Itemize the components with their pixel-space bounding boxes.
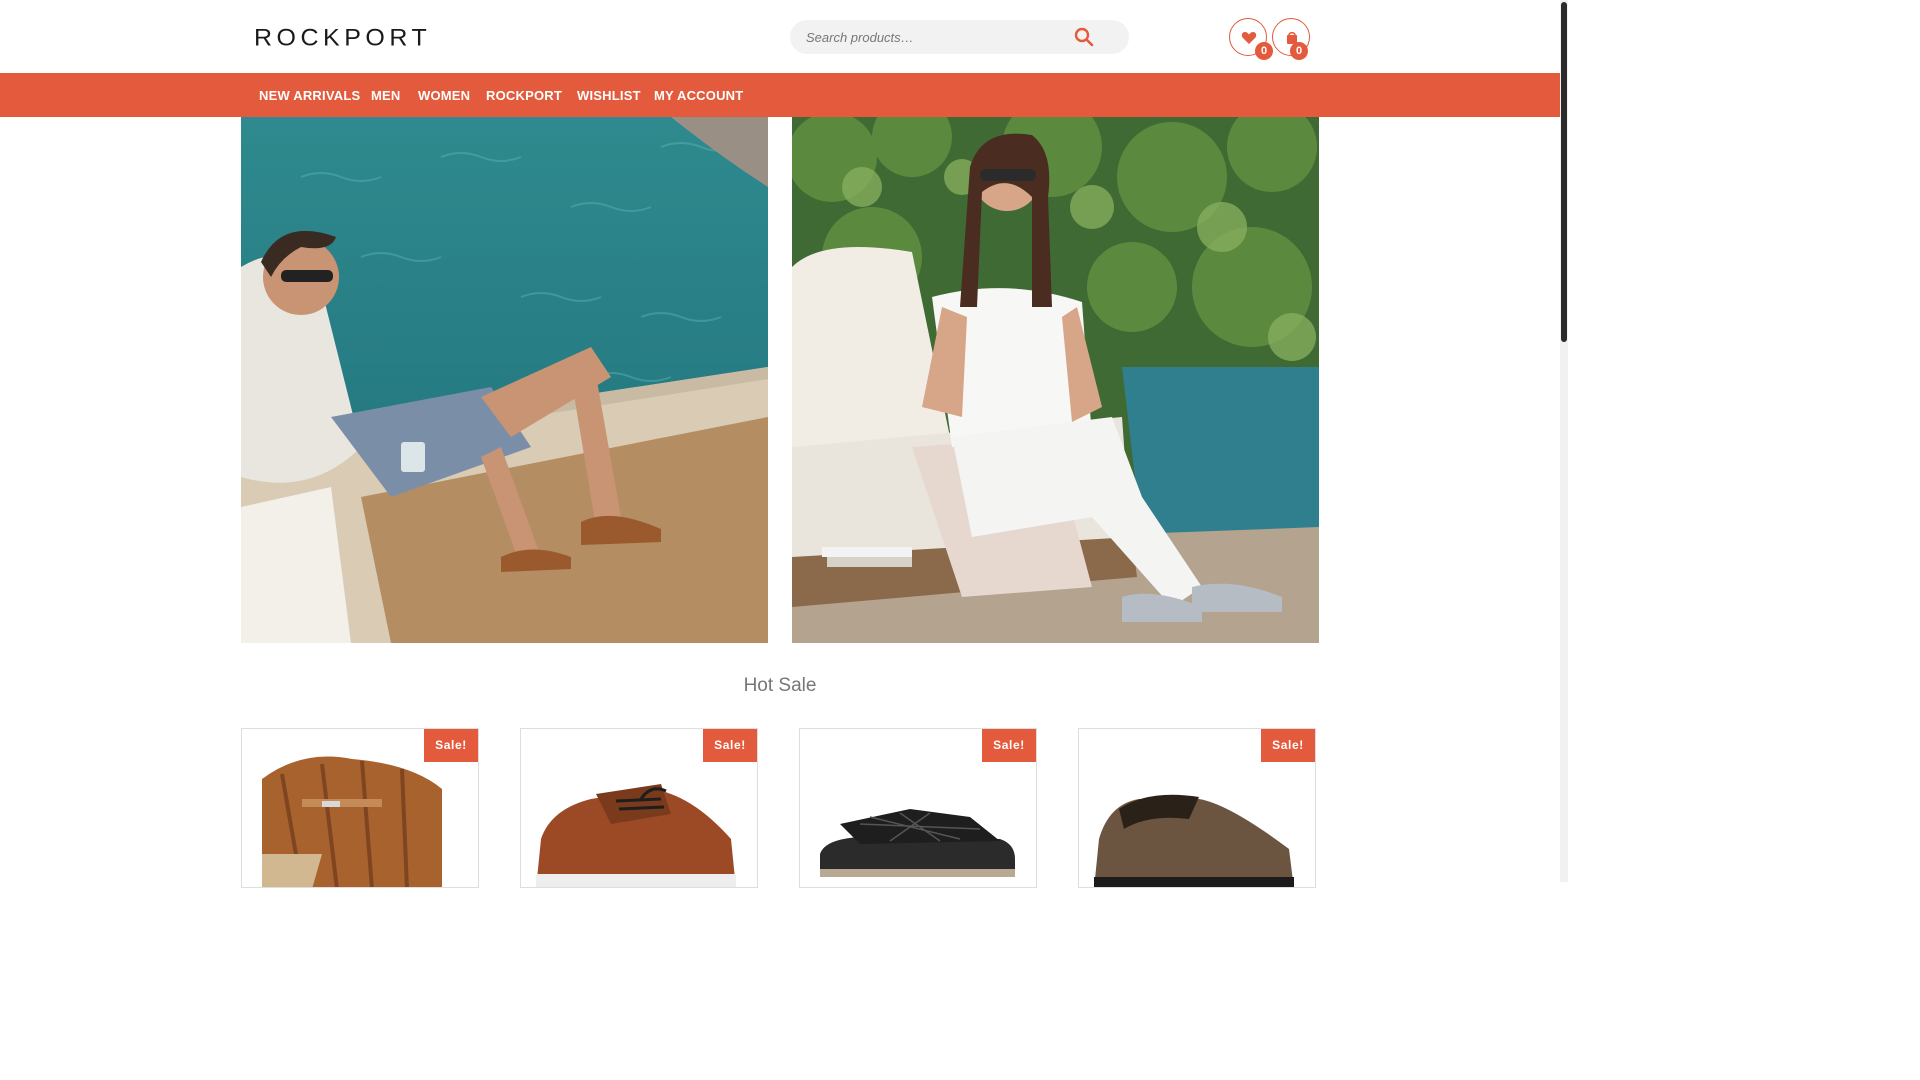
search-icon bbox=[1074, 27, 1094, 47]
women-banner-image[interactable] bbox=[792, 117, 1319, 643]
nav-item-men[interactable]: MEN bbox=[371, 88, 401, 103]
search-input[interactable] bbox=[806, 26, 1056, 48]
cart-count-badge: 0 bbox=[1290, 42, 1308, 60]
nav-item-women[interactable]: WOMEN bbox=[418, 88, 470, 103]
sale-badge: Sale! bbox=[982, 729, 1036, 762]
men-banner-image[interactable] bbox=[241, 117, 768, 643]
sale-badge: Sale! bbox=[424, 729, 478, 762]
main-navigation: NEW ARRIVALS MEN WOMEN ROCKPORT WISHLIST… bbox=[0, 73, 1560, 117]
product-card[interactable]: Sale! bbox=[241, 728, 479, 888]
search-button[interactable] bbox=[1073, 26, 1095, 48]
nav-item-rockport[interactable]: ROCKPORT bbox=[486, 88, 562, 103]
sale-badge: Sale! bbox=[1261, 729, 1315, 762]
product-card[interactable]: Sale! bbox=[520, 728, 758, 888]
nav-item-my-account[interactable]: MY ACCOUNT bbox=[654, 88, 743, 103]
product-card[interactable]: Sale! bbox=[799, 728, 1037, 888]
rockport-logo[interactable]: ROCKPORT bbox=[254, 24, 431, 53]
hot-sale-title: Hot Sale bbox=[743, 675, 817, 696]
wishlist-count-badge: 0 bbox=[1255, 42, 1273, 60]
site-header: ROCKPORT 0 0 bbox=[0, 0, 1560, 73]
page-scrollbar[interactable] bbox=[1560, 0, 1568, 882]
scrollbar-thumb[interactable] bbox=[1561, 2, 1567, 342]
product-card[interactable]: Sale! bbox=[1078, 728, 1316, 888]
nav-item-new-arrivals[interactable]: NEW ARRIVALS bbox=[259, 88, 360, 103]
nav-item-wishlist[interactable]: WISHLIST bbox=[577, 88, 641, 103]
heart-icon bbox=[1241, 31, 1257, 44]
sale-badge: Sale! bbox=[703, 729, 757, 762]
